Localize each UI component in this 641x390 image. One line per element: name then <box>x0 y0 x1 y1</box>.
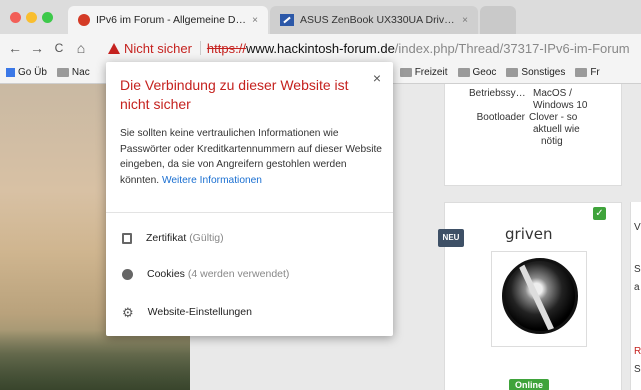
meta-value-bootloader-1: Clover - so <box>529 112 578 123</box>
meta-label-bootloader: Bootloader <box>476 112 525 123</box>
bookmark-label: Geoc <box>472 67 497 78</box>
maximize-window-button[interactable] <box>42 12 53 23</box>
background-trees <box>0 330 190 390</box>
tab-ipv6-forum[interactable]: IPv6 im Forum - Allgemeine D… × <box>68 6 268 34</box>
close-window-button[interactable] <box>10 12 21 23</box>
side-text-3: a <box>634 282 640 293</box>
folder-icon <box>457 68 470 77</box>
meta-value-bootloader-2: aktuell wie <box>533 124 580 135</box>
folder-icon <box>575 68 588 77</box>
cookies-row[interactable]: Cookies (4 werden verwendet) <box>122 264 289 284</box>
certificate-row[interactable]: Zertifikat (Gültig) <box>122 228 224 248</box>
bookmark-nac[interactable]: Nac <box>56 67 90 78</box>
tab-close-icon[interactable]: × <box>462 15 468 26</box>
bookmark-label: Nac <box>71 67 90 78</box>
new-tab-button[interactable] <box>480 6 516 34</box>
bookmark-label: Go Üb <box>18 67 47 78</box>
meta-label-os: Betriebssy… <box>469 88 526 99</box>
certificate-status: (Gültig) <box>189 232 224 244</box>
avatar[interactable] <box>502 258 578 334</box>
bookmark-label: Sonstiges <box>521 67 566 78</box>
certificate-icon <box>122 232 132 244</box>
tab-title: ASUS ZenBook UX330UA Driv… <box>300 14 455 26</box>
tab-close-icon[interactable]: × <box>252 15 258 26</box>
username[interactable]: griven <box>505 225 552 243</box>
site-security-popup: Die Verbindung zu dieser Website ist nic… <box>106 62 393 336</box>
asus-favicon-icon <box>280 14 294 26</box>
bookmark-freizeit[interactable]: Freizeit <box>399 67 448 78</box>
home-button[interactable]: ⌂ <box>70 40 92 56</box>
checkmark-icon: ✓ <box>593 207 606 220</box>
certificate-label: Zertifikat <box>146 232 187 244</box>
gear-icon: ⚙ <box>122 304 134 320</box>
folder-icon <box>506 68 519 77</box>
minimize-window-button[interactable] <box>26 12 37 23</box>
forum-favicon-icon <box>78 14 90 26</box>
bookmark-fr[interactable]: Fr <box>575 67 600 78</box>
meta-value-os-2: Windows 10 <box>533 100 588 111</box>
meta-value-bootloader-3: nötig <box>541 136 563 147</box>
popup-body: Sie sollten keine vertraulichen Informat… <box>120 126 382 188</box>
forward-button[interactable]: → <box>26 40 48 56</box>
bookmark-geoc[interactable]: Geoc <box>457 67 497 78</box>
new-user-badge: NEU <box>438 229 464 247</box>
site-settings-row[interactable]: ⚙ Website-Einstellungen <box>122 302 252 322</box>
url-host: www.hackintosh-forum.de <box>245 40 395 56</box>
security-indicator[interactable]: Nicht sicher <box>124 41 192 56</box>
bookmark-go-ub[interactable]: Go Üb <box>6 67 47 78</box>
back-button[interactable]: ← <box>4 40 26 56</box>
more-info-link[interactable]: Weitere Informationen <box>162 175 262 186</box>
bookmark-label: Freizeit <box>414 67 448 78</box>
side-text-2: S <box>634 264 641 275</box>
tab-strip: IPv6 im Forum - Allgemeine D… × ASUS Zen… <box>0 0 641 34</box>
meta-value-os-1: MacOS / <box>533 88 572 99</box>
address-bar[interactable]: Nicht sicher https:// www.hackintosh-for… <box>108 37 641 59</box>
cookies-status: (4 werden verwendet) <box>187 268 290 280</box>
site-settings-label: Website-Einstellungen <box>147 306 252 318</box>
tab-asus-zenbook[interactable]: ASUS ZenBook UX330UA Driv… × <box>270 6 478 34</box>
bookmark-label: Fr <box>590 67 600 78</box>
side-text-5: S <box>634 364 641 375</box>
avatar-frame <box>491 251 587 347</box>
apps-icon <box>6 68 15 77</box>
side-text-1: V <box>634 222 641 233</box>
reload-button[interactable]: C <box>48 41 70 55</box>
popup-divider <box>106 212 393 213</box>
omnibox-separator <box>199 41 201 55</box>
close-icon[interactable]: × <box>373 70 381 86</box>
cookie-icon <box>122 268 133 280</box>
warning-triangle-icon <box>108 42 120 54</box>
tab-title: IPv6 im Forum - Allgemeine D… <box>96 14 246 26</box>
url-scheme: https:// <box>206 40 246 56</box>
side-text-4: R <box>634 346 641 357</box>
folder-icon <box>56 68 69 77</box>
folder-icon <box>399 68 412 77</box>
user-panel: ✓ griven Online <box>444 202 622 390</box>
cookies-label: Cookies <box>147 268 185 280</box>
popup-title: Die Verbindung zu dieser Website ist nic… <box>120 77 349 112</box>
online-badge: Online <box>509 379 550 390</box>
bookmark-sonstiges[interactable]: Sonstiges <box>506 67 565 78</box>
post-meta-panel: Betriebssy… MacOS / Windows 10 Bootloade… <box>444 84 622 186</box>
toolbar: ← → C ⌂ Nicht sicher https:// www.hackin… <box>0 34 641 62</box>
url-path: /index.php/Thread/37317-IPv6-im-Forum <box>394 40 630 56</box>
